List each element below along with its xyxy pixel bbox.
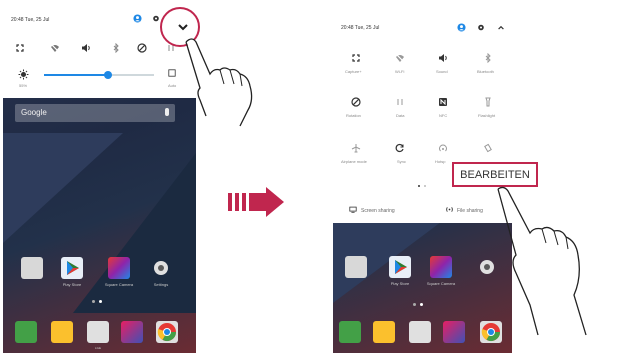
app-label-play-store: Play Store xyxy=(390,281,410,286)
nfc-icon[interactable] xyxy=(438,97,448,107)
play-store-app[interactable] xyxy=(61,257,83,279)
tile-label-rotation: Rotation xyxy=(346,113,361,118)
tile-label-hotspot: Hotsp xyxy=(435,159,446,164)
settings-gear-icon-right[interactable] xyxy=(477,23,485,32)
sound-icon[interactable] xyxy=(438,53,448,63)
vibrate-icon[interactable] xyxy=(483,143,493,153)
dock-caption: LGE xyxy=(94,346,101,350)
app-label-play-store: Play Store xyxy=(62,282,82,287)
page-indicator-dot-active xyxy=(420,303,423,306)
tile-label-nfc: NFC xyxy=(439,113,448,118)
messaging-app[interactable] xyxy=(373,321,395,343)
page-indicator-dot-active xyxy=(99,300,102,303)
bluetooth-off-icon[interactable] xyxy=(111,43,121,53)
app-label-square-camera: Square Camera xyxy=(104,282,134,287)
pointing-hand-left xyxy=(185,38,253,127)
capture-plus-icon[interactable] xyxy=(15,43,25,53)
pointing-hand-right xyxy=(497,186,587,336)
camera-app[interactable] xyxy=(409,321,431,343)
left-phone-screen: 20:48 Tue, 25 Jul 55% Auto Google Play S… xyxy=(3,3,196,353)
brightness-slider-thumb[interactable] xyxy=(103,71,112,79)
tile-label-wifi: Wi-Fi xyxy=(395,69,405,74)
tile-label-bluetooth: Bluetooth xyxy=(477,69,494,74)
tile-label-capture: Capture+ xyxy=(345,69,362,74)
square-camera-app[interactable] xyxy=(430,256,452,278)
app-label-settings: Settings xyxy=(153,282,169,287)
play-store-app[interactable] xyxy=(389,256,411,278)
screen-sharing-label[interactable]: Screen sharing xyxy=(361,208,395,214)
wifi-off-icon[interactable] xyxy=(395,53,405,63)
search-placeholder: Google xyxy=(21,108,47,117)
app-label-square-camera: Square Camera xyxy=(426,281,456,286)
rotation-icon[interactable] xyxy=(137,43,147,53)
messaging-app[interactable] xyxy=(51,321,73,343)
edit-button[interactable]: BEARBEITEN xyxy=(452,162,538,187)
square-camera-app[interactable] xyxy=(108,257,130,279)
transition-arrow-icon xyxy=(228,187,284,217)
sync-icon[interactable] xyxy=(395,143,405,153)
wifi-off-icon[interactable] xyxy=(50,43,60,53)
phone-dialer-app[interactable] xyxy=(15,321,37,343)
tile-label-airplane: Airplane mode xyxy=(341,159,367,164)
google-search-bar[interactable]: Google xyxy=(15,104,175,122)
flashlight-icon[interactable] xyxy=(483,97,493,107)
camera-app[interactable] xyxy=(87,321,109,343)
tile-label-flashlight: Flashlight xyxy=(478,113,496,118)
brightness-percent: 55% xyxy=(19,83,28,88)
tile-label-sync: Sync xyxy=(397,159,406,164)
file-sharing-icon[interactable] xyxy=(445,206,454,213)
settings-app[interactable] xyxy=(150,257,172,279)
chrome-app[interactable] xyxy=(156,321,178,343)
account-icon-right[interactable] xyxy=(457,23,466,32)
airplane-icon[interactable] xyxy=(351,143,361,153)
mic-icon[interactable] xyxy=(165,108,169,116)
phone-dialer-app[interactable] xyxy=(339,321,361,343)
bluetooth-off-icon[interactable] xyxy=(483,53,493,63)
gmail-folder-app[interactable] xyxy=(345,256,367,278)
tile-page-dot xyxy=(424,185,426,187)
wallpaper-shard xyxy=(73,153,196,313)
page-indicator-dot xyxy=(92,300,95,303)
hotspot-icon[interactable] xyxy=(438,143,448,153)
data-off-icon[interactable] xyxy=(395,97,405,107)
brightness-icon xyxy=(18,69,29,80)
brightness-slider-track[interactable] xyxy=(44,71,154,79)
tile-label-sound: Sound xyxy=(436,69,448,74)
status-time: 20:48 Tue, 25 Jul xyxy=(11,17,50,23)
auto-brightness-checkbox[interactable] xyxy=(168,69,176,77)
page-indicator-dot xyxy=(413,303,416,306)
screen-sharing-icon[interactable] xyxy=(349,206,357,213)
gallery-app[interactable] xyxy=(121,321,143,343)
tile-label-data: Data xyxy=(396,113,405,118)
sound-icon[interactable] xyxy=(81,43,91,53)
status-time-right: 20:48 Tue, 25 Jul xyxy=(341,25,380,31)
auto-brightness-label: Auto xyxy=(168,83,177,88)
tile-page-dot-active xyxy=(418,185,420,187)
collapse-up-chevron-icon[interactable] xyxy=(497,24,505,31)
brightness-slider-fill xyxy=(44,74,108,76)
gallery-app[interactable] xyxy=(443,321,465,343)
account-icon[interactable] xyxy=(133,14,142,23)
gmail-folder-app[interactable] xyxy=(21,257,43,279)
rotation-icon[interactable] xyxy=(351,97,361,107)
capture-plus-icon[interactable] xyxy=(351,53,361,63)
expanded-quick-settings-panel: 20:48 Tue, 25 Jul Capture+ Wi-Fi Sound B… xyxy=(333,3,512,223)
file-sharing-label[interactable]: File sharing xyxy=(457,208,483,214)
settings-gear-icon[interactable] xyxy=(152,14,160,23)
